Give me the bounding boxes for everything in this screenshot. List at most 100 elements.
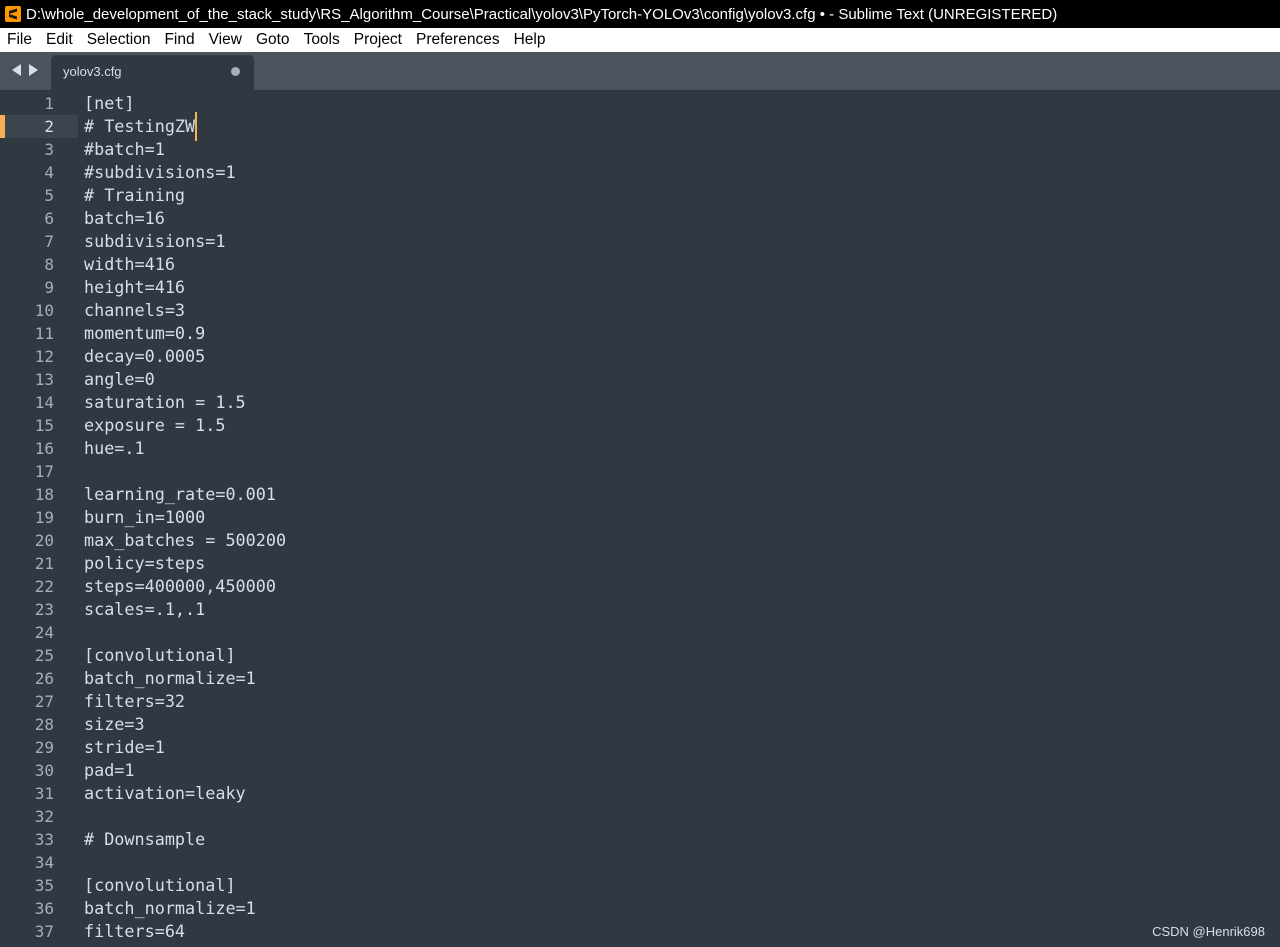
code-line[interactable]: 29 stride=1 (0, 736, 1280, 759)
line-number: 7 (44, 232, 54, 251)
line-number: 27 (34, 692, 54, 711)
code-line[interactable]: 19 burn_in=1000 (0, 506, 1280, 529)
modified-dot-icon[interactable] (231, 67, 240, 76)
code-line[interactable]: 30 pad=1 (0, 759, 1280, 782)
code-text[interactable]: #subdivisions=1 (84, 161, 236, 184)
line-number: 14 (34, 393, 54, 412)
line-number: 25 (34, 646, 54, 665)
code-text[interactable]: channels=3 (84, 299, 185, 322)
code-text[interactable]: size=3 (84, 713, 145, 736)
code-text[interactable]: max_batches = 500200 (84, 529, 286, 552)
line-number: 28 (34, 715, 54, 734)
code-text[interactable]: # Training (84, 184, 185, 207)
code-text[interactable]: subdivisions=1 (84, 230, 225, 253)
code-text[interactable]: size=3 (84, 943, 145, 947)
code-line[interactable]: 7 subdivisions=1 (0, 230, 1280, 253)
code-text[interactable]: [convolutional] (84, 874, 236, 897)
editor-area[interactable]: 1 [net] 2 # TestingZW 3 #batch=1 4 #subdivision… (0, 90, 1280, 947)
code-line[interactable]: 37 filters=64 (0, 920, 1280, 943)
code-line[interactable]: 23 scales=.1,.1 (0, 598, 1280, 621)
code-line[interactable]: 20 max_batches = 500200 (0, 529, 1280, 552)
code-text[interactable]: learning_rate=0.001 (84, 483, 276, 506)
code-line[interactable]: 15 exposure = 1.5 (0, 414, 1280, 437)
code-text[interactable]: activation=leaky (84, 782, 246, 805)
code-line[interactable]: 38 size=3 (0, 943, 1280, 947)
menu-help[interactable]: Help (507, 28, 553, 52)
menu-project[interactable]: Project (347, 28, 409, 52)
code-text[interactable]: exposure = 1.5 (84, 414, 225, 437)
code-text[interactable]: policy=steps (84, 552, 205, 575)
menu-view[interactable]: View (202, 28, 249, 52)
line-number: 30 (34, 761, 54, 780)
code-line[interactable]: 4 #subdivisions=1 (0, 161, 1280, 184)
menu-edit[interactable]: Edit (39, 28, 80, 52)
code-text[interactable]: batch=16 (84, 207, 165, 230)
code-line[interactable]: 33 # Downsample (0, 828, 1280, 851)
code-text[interactable]: scales=.1,.1 (84, 598, 205, 621)
menu-find[interactable]: Find (157, 28, 201, 52)
code-line[interactable]: 10 channels=3 (0, 299, 1280, 322)
code-line[interactable]: 21 policy=steps (0, 552, 1280, 575)
code-text[interactable]: height=416 (84, 276, 185, 299)
code-line[interactable]: 36 batch_normalize=1 (0, 897, 1280, 920)
code-text[interactable]: batch_normalize=1 (84, 667, 256, 690)
menu-selection[interactable]: Selection (80, 28, 158, 52)
code-line[interactable]: 14 saturation = 1.5 (0, 391, 1280, 414)
code-line[interactable]: 25 [convolutional] (0, 644, 1280, 667)
code-line[interactable]: 32 (0, 805, 1280, 828)
sublime-text-icon (5, 6, 21, 22)
code-line[interactable]: 5 # Training (0, 184, 1280, 207)
menu-file[interactable]: File (0, 28, 39, 52)
code-line[interactable]: 27 filters=32 (0, 690, 1280, 713)
code-line[interactable]: 3 #batch=1 (0, 138, 1280, 161)
code-text[interactable]: momentum=0.9 (84, 322, 205, 345)
code-text[interactable]: #batch=1 (84, 138, 165, 161)
code-text[interactable]: [convolutional] (84, 644, 236, 667)
line-number: 17 (34, 462, 54, 481)
line-number: 29 (34, 738, 54, 757)
menu-tools[interactable]: Tools (297, 28, 347, 52)
code-text[interactable]: stride=1 (84, 736, 165, 759)
code-line[interactable]: 35 [convolutional] (0, 874, 1280, 897)
code-line[interactable]: 2 # TestingZW (0, 112, 1280, 141)
code-text[interactable]: # TestingZW (84, 115, 195, 138)
watermark: CSDN @Henrik698 (1152, 924, 1265, 939)
code-text[interactable]: filters=64 (84, 920, 185, 943)
tab-nav-left-icon[interactable] (11, 64, 22, 76)
tab-nav-right-icon[interactable] (28, 64, 39, 76)
code-text[interactable]: batch_normalize=1 (84, 897, 256, 920)
line-number: 26 (34, 669, 54, 688)
code-line[interactable]: 26 batch_normalize=1 (0, 667, 1280, 690)
code-line[interactable]: 9 height=416 (0, 276, 1280, 299)
code-line[interactable]: 16 hue=.1 (0, 437, 1280, 460)
line-number: 4 (44, 163, 54, 182)
code-text[interactable]: decay=0.0005 (84, 345, 205, 368)
code-line[interactable]: 31 activation=leaky (0, 782, 1280, 805)
code-text[interactable]: width=416 (84, 253, 175, 276)
code-line[interactable]: 22 steps=400000,450000 (0, 575, 1280, 598)
code-text[interactable]: angle=0 (84, 368, 155, 391)
code-text[interactable]: [net] (84, 92, 135, 115)
code-line[interactable]: 6 batch=16 (0, 207, 1280, 230)
code-line[interactable]: 11 momentum=0.9 (0, 322, 1280, 345)
code-line[interactable]: 13 angle=0 (0, 368, 1280, 391)
code-line[interactable]: 24 (0, 621, 1280, 644)
code-line[interactable]: 8 width=416 (0, 253, 1280, 276)
code-text[interactable]: hue=.1 (84, 437, 145, 460)
code-text[interactable]: saturation = 1.5 (84, 391, 246, 414)
tab-yolov3-cfg[interactable]: yolov3.cfg (51, 55, 254, 90)
menu-goto[interactable]: Goto (249, 28, 297, 52)
code-line[interactable]: 17 (0, 460, 1280, 483)
code-line[interactable]: 1 [net] (0, 92, 1280, 115)
code-line[interactable]: 18 learning_rate=0.001 (0, 483, 1280, 506)
code-text[interactable]: pad=1 (84, 759, 135, 782)
code-text[interactable]: filters=32 (84, 690, 185, 713)
code-text[interactable]: steps=400000,450000 (84, 575, 276, 598)
line-number: 18 (34, 485, 54, 504)
code-line[interactable]: 28 size=3 (0, 713, 1280, 736)
code-line[interactable]: 34 (0, 851, 1280, 874)
code-text[interactable]: burn_in=1000 (84, 506, 205, 529)
menu-preferences[interactable]: Preferences (409, 28, 507, 52)
code-line[interactable]: 12 decay=0.0005 (0, 345, 1280, 368)
code-text[interactable]: # Downsample (84, 828, 205, 851)
